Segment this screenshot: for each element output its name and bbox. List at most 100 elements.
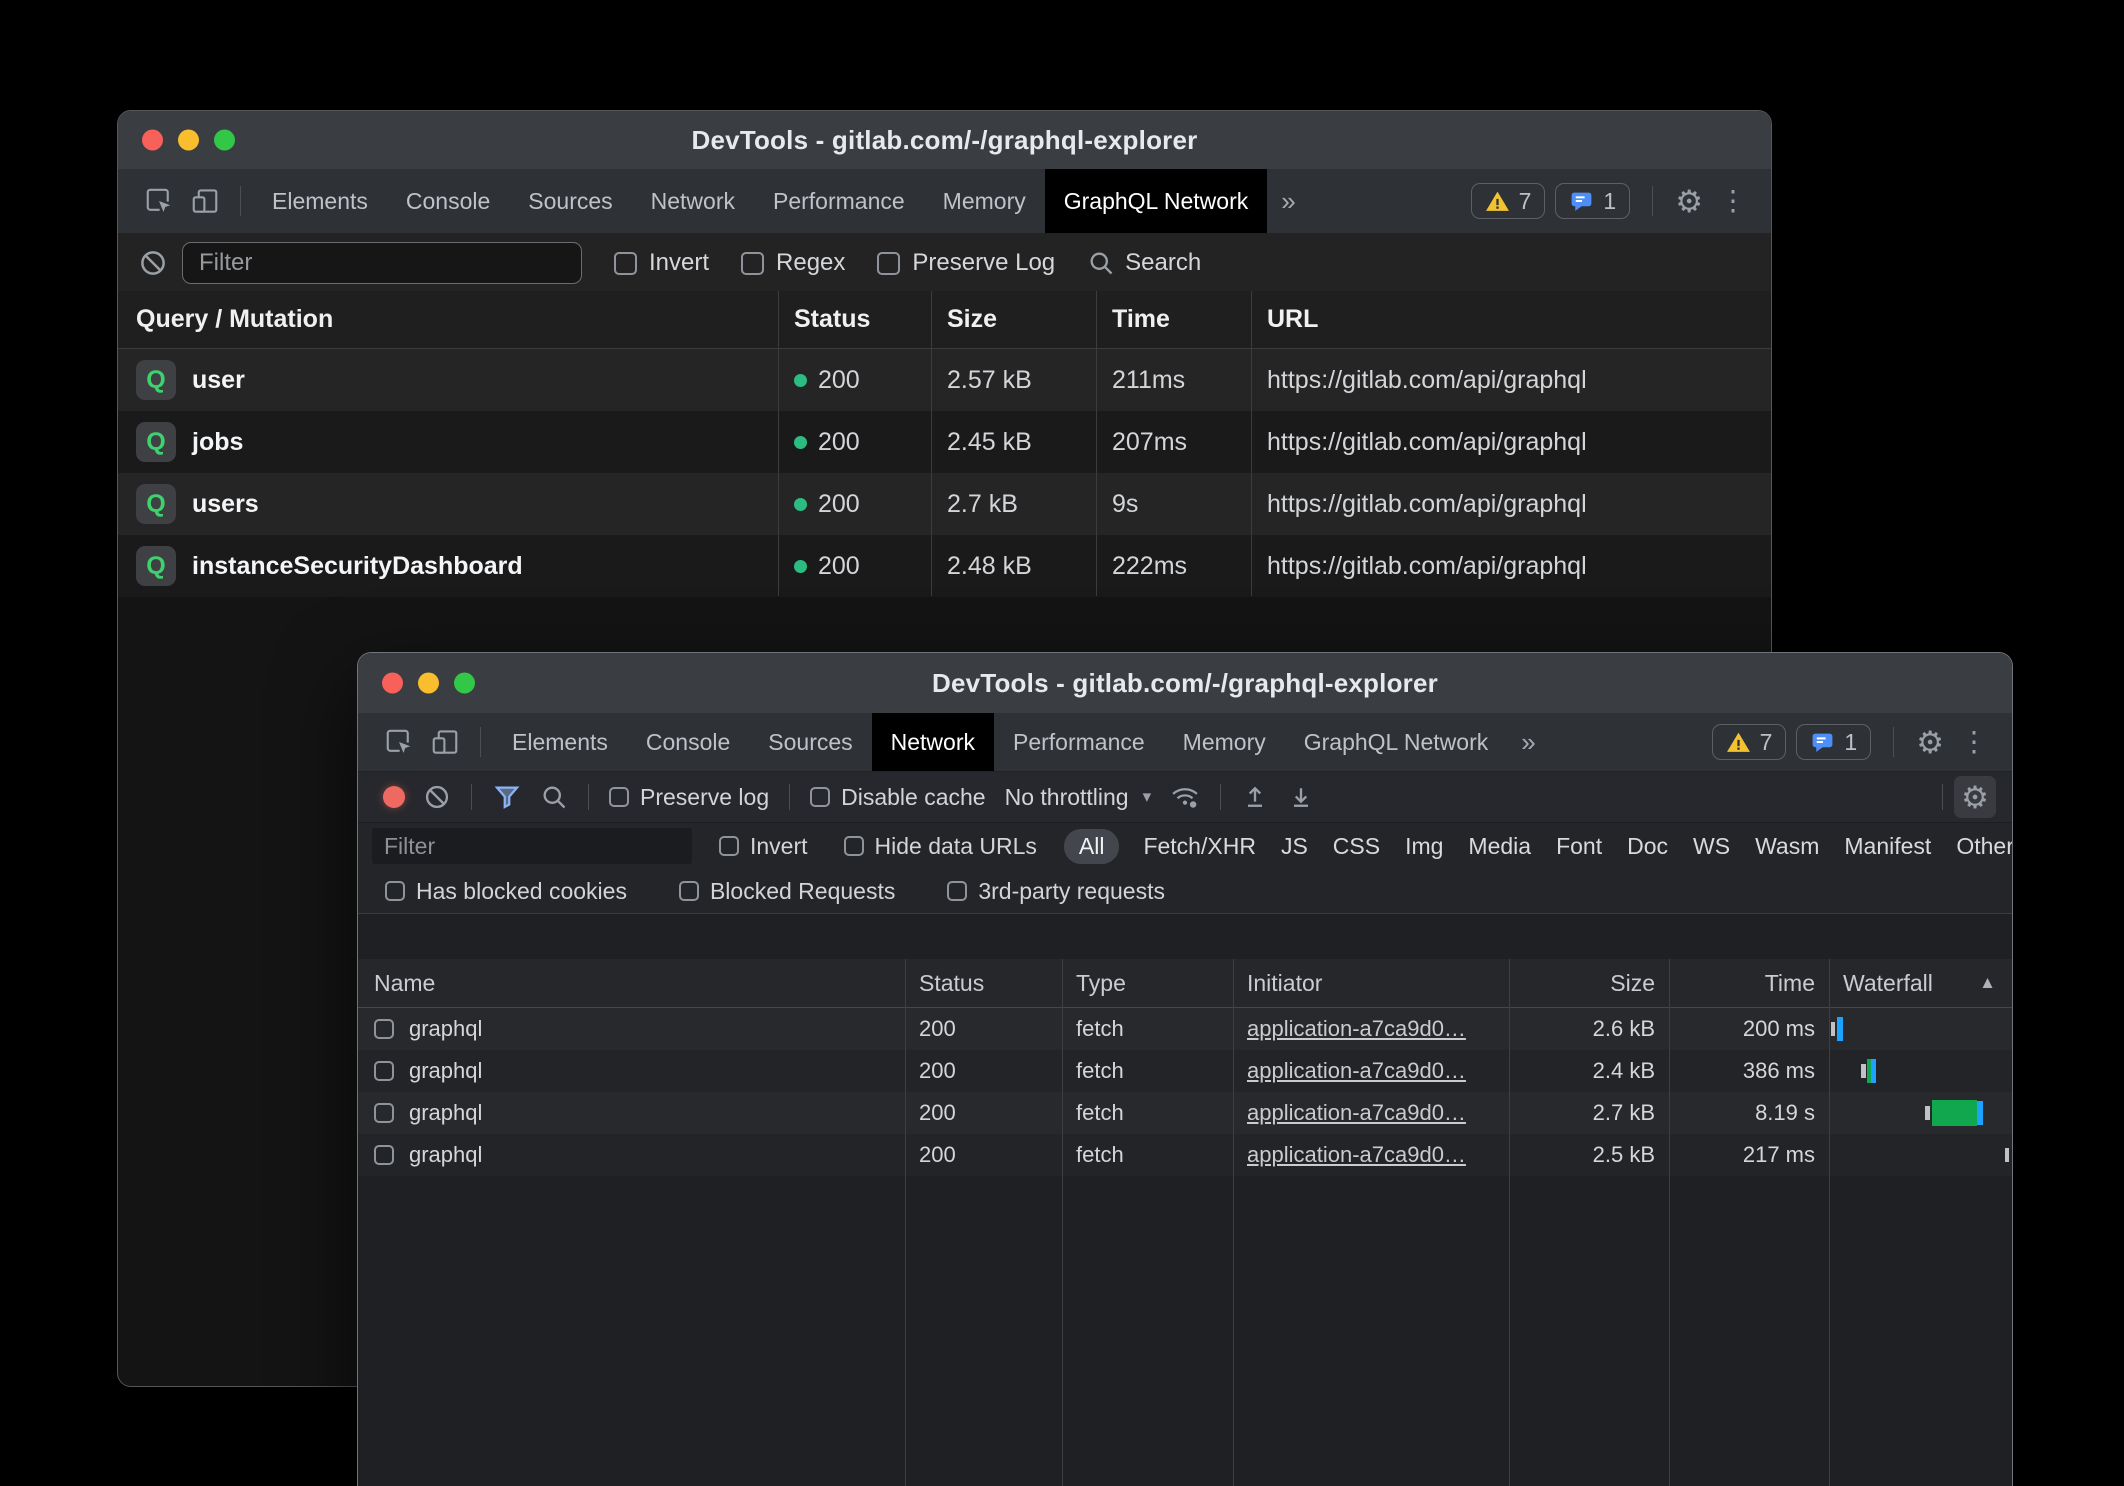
search-button[interactable] bbox=[531, 783, 577, 811]
checkbox-icon[interactable] bbox=[614, 252, 637, 275]
search-button[interactable]: Search bbox=[1087, 249, 1201, 277]
checkbox-icon[interactable] bbox=[609, 787, 629, 807]
checkbox-icon[interactable] bbox=[877, 252, 900, 275]
initiator-link[interactable]: application-a7ca9d0… bbox=[1247, 1142, 1466, 1168]
import-har-button[interactable] bbox=[1232, 783, 1278, 811]
header-status[interactable]: Status bbox=[778, 291, 931, 348]
network-settings-button[interactable]: ⚙ bbox=[1954, 776, 1996, 818]
tab-elements[interactable]: Elements bbox=[493, 713, 627, 771]
header-time[interactable]: Time bbox=[1669, 959, 1829, 1007]
filter-input[interactable] bbox=[372, 828, 692, 864]
checkbox-icon[interactable] bbox=[741, 252, 764, 275]
more-tabs-icon[interactable]: » bbox=[1507, 713, 1549, 771]
tab-memory[interactable]: Memory bbox=[1164, 713, 1285, 771]
header-url[interactable]: URL bbox=[1251, 291, 1771, 348]
type-filter-all[interactable]: All bbox=[1064, 829, 1120, 864]
device-toolbar-icon[interactable] bbox=[422, 713, 468, 771]
settings-gear-icon[interactable]: ⚙ bbox=[1916, 727, 1944, 758]
header-type[interactable]: Type bbox=[1062, 959, 1233, 1007]
checkbox-icon[interactable] bbox=[947, 881, 967, 901]
blocked-requests-checkbox[interactable]: Blocked Requests bbox=[670, 878, 904, 905]
warnings-badge[interactable]: 7 bbox=[1712, 724, 1787, 760]
header-size[interactable]: Size bbox=[1509, 959, 1669, 1007]
issues-badge[interactable]: 1 bbox=[1555, 183, 1630, 219]
row-checkbox[interactable] bbox=[374, 1019, 394, 1039]
table-row[interactable]: graphql 200 fetch application-a7ca9d0… 2… bbox=[358, 1008, 2012, 1050]
invert-checkbox[interactable]: Invert bbox=[710, 833, 817, 860]
type-filter-media[interactable]: Media bbox=[1468, 833, 1531, 860]
hide-data-urls-checkbox[interactable]: Hide data URLs bbox=[835, 833, 1046, 860]
header-query-mutation[interactable]: Query / Mutation bbox=[118, 291, 778, 348]
checkbox-icon[interactable] bbox=[719, 836, 739, 856]
tab-performance[interactable]: Performance bbox=[754, 169, 924, 233]
table-row[interactable]: graphql 200 fetch application-a7ca9d0… 2… bbox=[358, 1092, 2012, 1134]
initiator-link[interactable]: application-a7ca9d0… bbox=[1247, 1100, 1466, 1126]
tab-console[interactable]: Console bbox=[387, 169, 509, 233]
tab-console[interactable]: Console bbox=[627, 713, 749, 771]
preserve-log-checkbox[interactable]: Preserve log bbox=[600, 784, 778, 811]
tab-memory[interactable]: Memory bbox=[924, 169, 1045, 233]
warnings-badge[interactable]: 7 bbox=[1471, 183, 1546, 219]
tab-performance[interactable]: Performance bbox=[994, 713, 1164, 771]
tab-graphql-network[interactable]: GraphQL Network bbox=[1285, 713, 1508, 771]
header-name[interactable]: Name bbox=[358, 959, 905, 1007]
disable-cache-checkbox[interactable]: Disable cache bbox=[801, 784, 994, 811]
row-checkbox[interactable] bbox=[374, 1061, 394, 1081]
table-row[interactable]: graphql 200 fetch application-a7ca9d0… 2… bbox=[358, 1134, 2012, 1176]
type-filter-doc[interactable]: Doc bbox=[1627, 833, 1668, 860]
tab-sources[interactable]: Sources bbox=[509, 169, 631, 233]
type-filter-manifest[interactable]: Manifest bbox=[1844, 833, 1931, 860]
checkbox-icon[interactable] bbox=[844, 836, 864, 856]
type-filter-img[interactable]: Img bbox=[1405, 833, 1443, 860]
table-row[interactable]: graphql 200 fetch application-a7ca9d0… 2… bbox=[358, 1050, 2012, 1092]
header-initiator[interactable]: Initiator bbox=[1233, 959, 1509, 1007]
type-filter-fetch-xhr[interactable]: Fetch/XHR bbox=[1143, 833, 1255, 860]
table-row[interactable]: Q instanceSecurityDashboard 200 2.48 kB … bbox=[118, 535, 1771, 597]
header-time[interactable]: Time bbox=[1096, 291, 1251, 348]
minimize-button[interactable] bbox=[178, 130, 199, 151]
more-options-kebab-icon[interactable]: ⋮ bbox=[1713, 187, 1753, 215]
third-party-requests-checkbox[interactable]: 3rd-party requests bbox=[938, 878, 1174, 905]
invert-checkbox[interactable]: Invert bbox=[614, 249, 709, 277]
row-checkbox[interactable] bbox=[374, 1145, 394, 1165]
inspect-element-icon[interactable] bbox=[136, 169, 182, 233]
titlebar[interactable]: DevTools - gitlab.com/-/graphql-explorer bbox=[358, 653, 2012, 713]
sort-ascending-icon[interactable]: ▲ bbox=[1979, 973, 1996, 993]
settings-gear-icon[interactable]: ⚙ bbox=[1675, 186, 1703, 217]
table-row[interactable]: Q users 200 2.7 kB 9s https://gitlab.com… bbox=[118, 473, 1771, 535]
minimize-button[interactable] bbox=[418, 673, 439, 694]
inspect-element-icon[interactable] bbox=[376, 713, 422, 771]
tab-network[interactable]: Network bbox=[632, 169, 754, 233]
checkbox-icon[interactable] bbox=[385, 881, 405, 901]
filter-input[interactable] bbox=[182, 242, 582, 284]
export-har-button[interactable] bbox=[1278, 783, 1324, 811]
checkbox-icon[interactable] bbox=[679, 881, 699, 901]
throttling-dropdown[interactable]: No throttling ▾ bbox=[995, 784, 1162, 811]
tab-network[interactable]: Network bbox=[872, 713, 994, 771]
type-filter-ws[interactable]: WS bbox=[1693, 833, 1730, 860]
has-blocked-cookies-checkbox[interactable]: Has blocked cookies bbox=[376, 878, 636, 905]
initiator-link[interactable]: application-a7ca9d0… bbox=[1247, 1016, 1466, 1042]
titlebar[interactable]: DevTools - gitlab.com/-/graphql-explorer bbox=[118, 111, 1771, 169]
tab-sources[interactable]: Sources bbox=[749, 713, 871, 771]
type-filter-wasm[interactable]: Wasm bbox=[1755, 833, 1819, 860]
close-button[interactable] bbox=[142, 130, 163, 151]
header-size[interactable]: Size bbox=[931, 291, 1096, 348]
block-icon[interactable] bbox=[138, 248, 168, 278]
checkbox-icon[interactable] bbox=[810, 787, 830, 807]
table-row[interactable]: Q jobs 200 2.45 kB 207ms https://gitlab.… bbox=[118, 411, 1771, 473]
type-filter-js[interactable]: JS bbox=[1281, 833, 1308, 860]
header-status[interactable]: Status bbox=[905, 959, 1062, 1007]
tab-elements[interactable]: Elements bbox=[253, 169, 387, 233]
tab-graphql-network[interactable]: GraphQL Network bbox=[1045, 169, 1268, 233]
zoom-button[interactable] bbox=[454, 673, 475, 694]
network-conditions-button[interactable] bbox=[1161, 782, 1209, 812]
row-checkbox[interactable] bbox=[374, 1103, 394, 1123]
close-button[interactable] bbox=[382, 673, 403, 694]
zoom-button[interactable] bbox=[214, 130, 235, 151]
type-filter-css[interactable]: CSS bbox=[1333, 833, 1380, 860]
record-button[interactable] bbox=[374, 786, 414, 808]
preserve-log-checkbox[interactable]: Preserve Log bbox=[877, 249, 1055, 277]
type-filter-font[interactable]: Font bbox=[1556, 833, 1602, 860]
table-row[interactable]: Q user 200 2.57 kB 211ms https://gitlab.… bbox=[118, 349, 1771, 411]
